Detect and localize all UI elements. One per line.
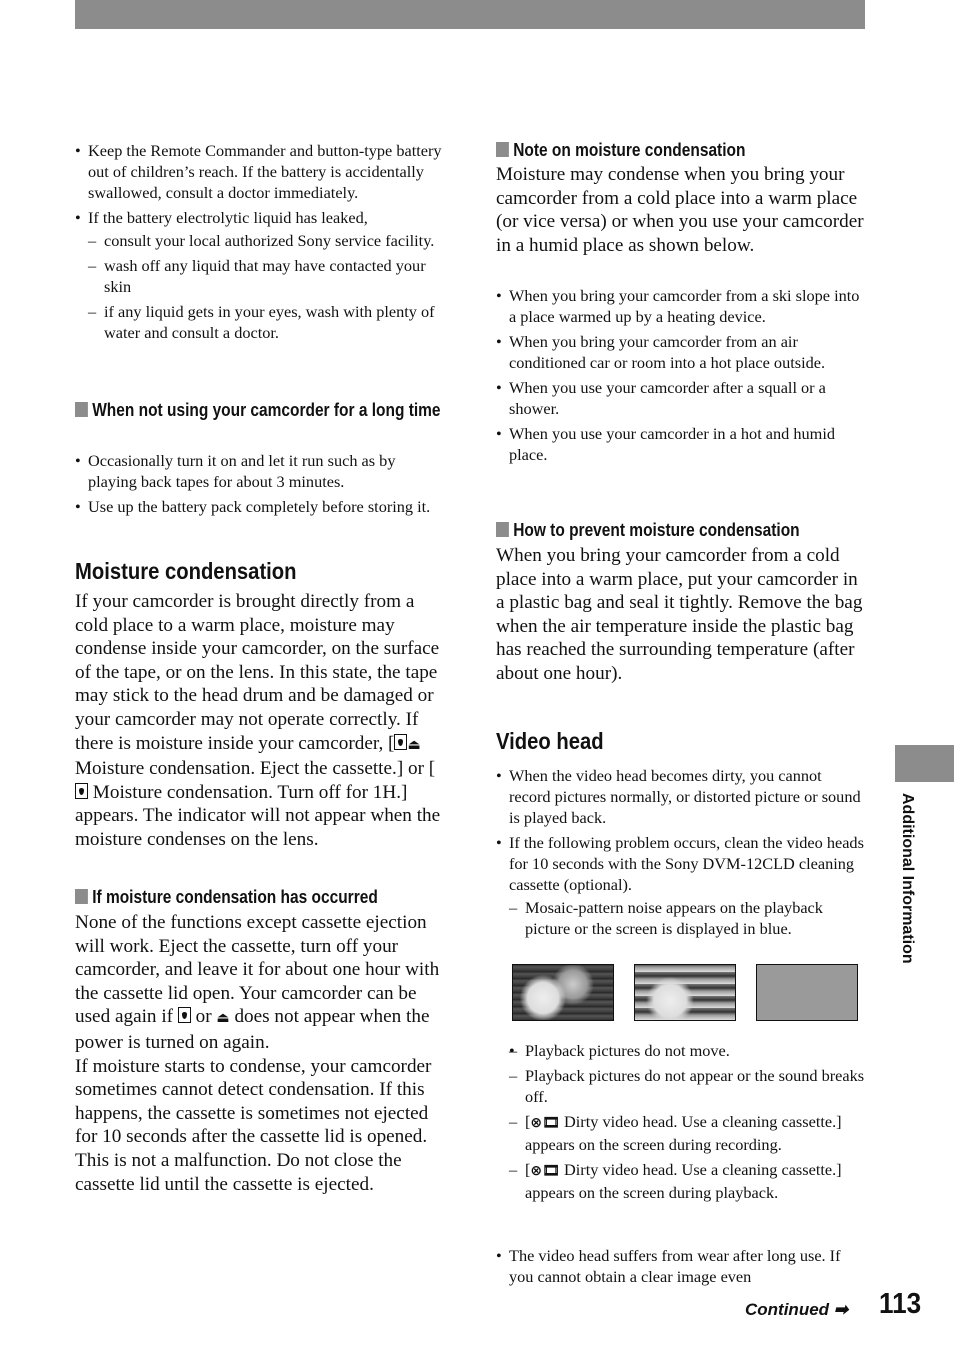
square-bullet-icon: [75, 402, 88, 417]
occurred-paragraph: None of the functions except cassette ej…: [75, 911, 447, 1055]
list-item: If the following problem occurs, clean t…: [496, 832, 866, 939]
section-tab: [895, 745, 954, 782]
section-label: Additional Information: [898, 793, 918, 993]
hidden-bullet: Playback pictures do not move. Playback …: [509, 1040, 866, 1203]
square-bullet-icon: [496, 522, 509, 537]
occurred-paragraph-2: If moisture starts to condense, your cam…: [75, 1055, 432, 1195]
mosaic-noise-image-2: [634, 964, 736, 1021]
sub-item: Playback pictures do not move.: [509, 1040, 866, 1061]
heading-text: How to prevent moisture condensation: [513, 520, 800, 540]
list-item: Keep the Remote Commander and button-typ…: [75, 140, 447, 203]
list-item: When you use your camcorder after a squa…: [496, 377, 866, 419]
heading-video-head: Video head: [496, 728, 604, 754]
heading-condensation-occurred: If moisture condensation has occurred: [75, 886, 445, 909]
text: Moisture condensation. Eject the cassett…: [75, 758, 436, 780]
text: If your camcorder is brought directly fr…: [75, 591, 440, 754]
text: or: [190, 1006, 217, 1028]
list-item-text: If the following problem occurs, clean t…: [509, 833, 864, 894]
heading-text: Note on moisture condensation: [513, 140, 746, 160]
continued-text: Continued: [745, 1300, 830, 1319]
sub-item: wash off any liquid that may have contac…: [88, 255, 447, 297]
heading-moisture-condensation: Moisture condensation: [75, 558, 297, 584]
sub-item: [⊗🎞 Dirty video head. Use a cleaning cas…: [509, 1111, 866, 1155]
heading-note-moisture: Note on moisture condensation: [496, 139, 866, 162]
mosaic-noise-image: [512, 964, 614, 1021]
moisture-icon: [75, 782, 88, 799]
not-using-list: Occasionally turn it on and let it run s…: [75, 450, 447, 521]
sub-item: [⊗🎞 Dirty video head. Use a cleaning cas…: [509, 1159, 866, 1203]
eject-icon: ⏏: [216, 1010, 230, 1027]
moisture-icon: [394, 733, 408, 750]
dirty-head-icon: ⊗🎞: [530, 1163, 560, 1179]
sub-item: Mosaic-pattern noise appears on the play…: [509, 897, 866, 939]
text: Dirty video head. Use a cleaning cassett…: [525, 1160, 842, 1202]
moisture-paragraph: If your camcorder is brought directly fr…: [75, 590, 447, 852]
list-item: Occasionally turn it on and let it run s…: [75, 450, 447, 492]
list-item: When you bring your camcorder from a ski…: [496, 285, 866, 327]
square-bullet-icon: [75, 889, 88, 904]
prevent-paragraph: When you bring your camcorder from a col…: [496, 545, 863, 684]
wear-list: The video head suffers from wear after l…: [496, 1245, 866, 1291]
list-item: When you use your camcorder in a hot and…: [496, 423, 866, 465]
heading-prevent: How to prevent moisture condensation: [496, 519, 866, 542]
video-problem-list: Playback pictures do not move. Playback …: [509, 1040, 866, 1207]
eject-icon: ⏏: [407, 736, 421, 753]
dirty-head-icon: ⊗🎞: [530, 1115, 560, 1131]
list-item-text: Keep the Remote Commander and button-typ…: [88, 141, 442, 202]
noise-examples: [512, 964, 858, 1021]
heading-not-using: When not using your camcorder for a long…: [75, 399, 445, 422]
text: Moisture condensation. Turn off for 1H.]…: [75, 781, 441, 850]
page-number: 113: [879, 1288, 922, 1320]
section-label-text: Additional Information: [899, 793, 916, 964]
sub-item: Playback pictures do not appear or the s…: [509, 1065, 866, 1107]
square-bullet-icon: [496, 142, 509, 157]
heading-text: When not using your camcorder for a long…: [92, 400, 441, 420]
note-list: When you bring your camcorder from a ski…: [496, 285, 866, 469]
list-item: When the video head becomes dirty, you c…: [496, 765, 866, 828]
list-item-text: If the battery electrolytic liquid has l…: [88, 208, 368, 227]
heading-text: If moisture condensation has occurred: [92, 887, 378, 907]
list-item: Use up the battery pack completely befor…: [75, 496, 447, 517]
header-bar: [75, 0, 865, 29]
manual-page: Keep the Remote Commander and button-typ…: [0, 0, 954, 1357]
text: Dirty video head. Use a cleaning cassett…: [525, 1112, 842, 1154]
blue-screen-image: [756, 964, 858, 1021]
sub-item: if any liquid gets in your eyes, wash wi…: [88, 301, 447, 343]
list-item: If the battery electrolytic liquid has l…: [75, 207, 447, 343]
sub-item: consult your local authorized Sony servi…: [88, 230, 447, 251]
list-item: When you bring your camcorder from an ai…: [496, 331, 866, 373]
note-paragraph: Moisture may condense when you bring you…: [496, 164, 864, 256]
battery-safety-list: Keep the Remote Commander and button-typ…: [75, 140, 447, 347]
arrow-right-icon: ➡: [833, 1300, 849, 1319]
occurred-text: None of the functions except cassette ej…: [75, 911, 447, 1196]
list-item: The video head suffers from wear after l…: [496, 1245, 866, 1287]
moisture-icon: [177, 1007, 191, 1024]
continued-label: Continued ➡: [745, 1300, 848, 1320]
video-head-list: When the video head becomes dirty, you c…: [496, 765, 866, 943]
